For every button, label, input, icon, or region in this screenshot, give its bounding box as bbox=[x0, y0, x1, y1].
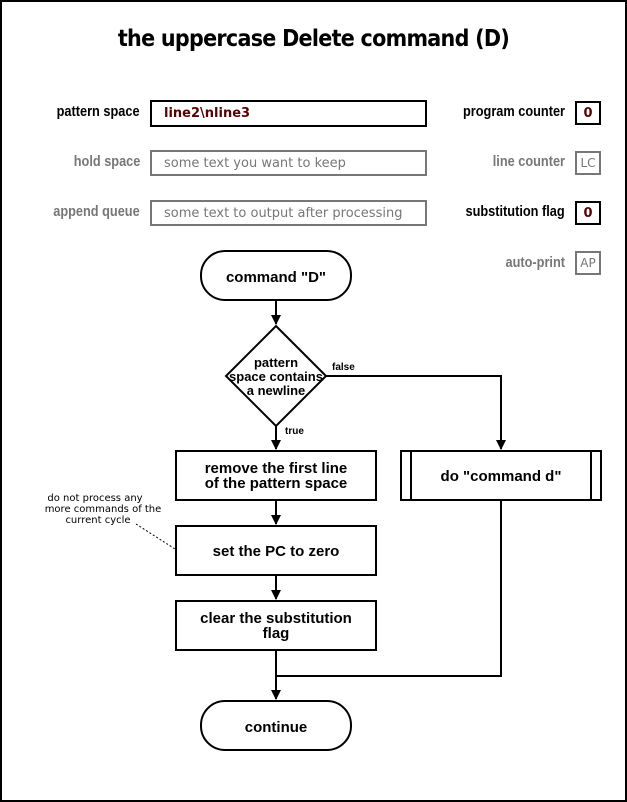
note-connector bbox=[135, 523, 176, 550]
start-node-label: command "D" bbox=[226, 269, 326, 286]
subroutine-label: do "command d" bbox=[441, 468, 562, 485]
step-clear-line-2: flag bbox=[263, 625, 290, 642]
decision-line-1: pattern bbox=[254, 355, 298, 370]
edge-false bbox=[326, 375, 506, 450]
note-line-3: current cycle bbox=[65, 515, 130, 526]
false-label: false bbox=[332, 362, 355, 373]
note-line-1: do not process any bbox=[47, 493, 142, 504]
flowchart: command "D" pattern space contains a new… bbox=[45, 250, 602, 751]
end-node-label: continue bbox=[245, 719, 308, 736]
step-remove-line-2: of the pattern space bbox=[205, 475, 348, 492]
true-label: true bbox=[285, 426, 304, 437]
note-line-2: more commands of the bbox=[45, 504, 162, 515]
step-pc-line-1: set the PC to zero bbox=[213, 543, 340, 560]
decision-line-2: space contains bbox=[229, 369, 323, 384]
decision-line-3: a newline bbox=[247, 383, 306, 398]
